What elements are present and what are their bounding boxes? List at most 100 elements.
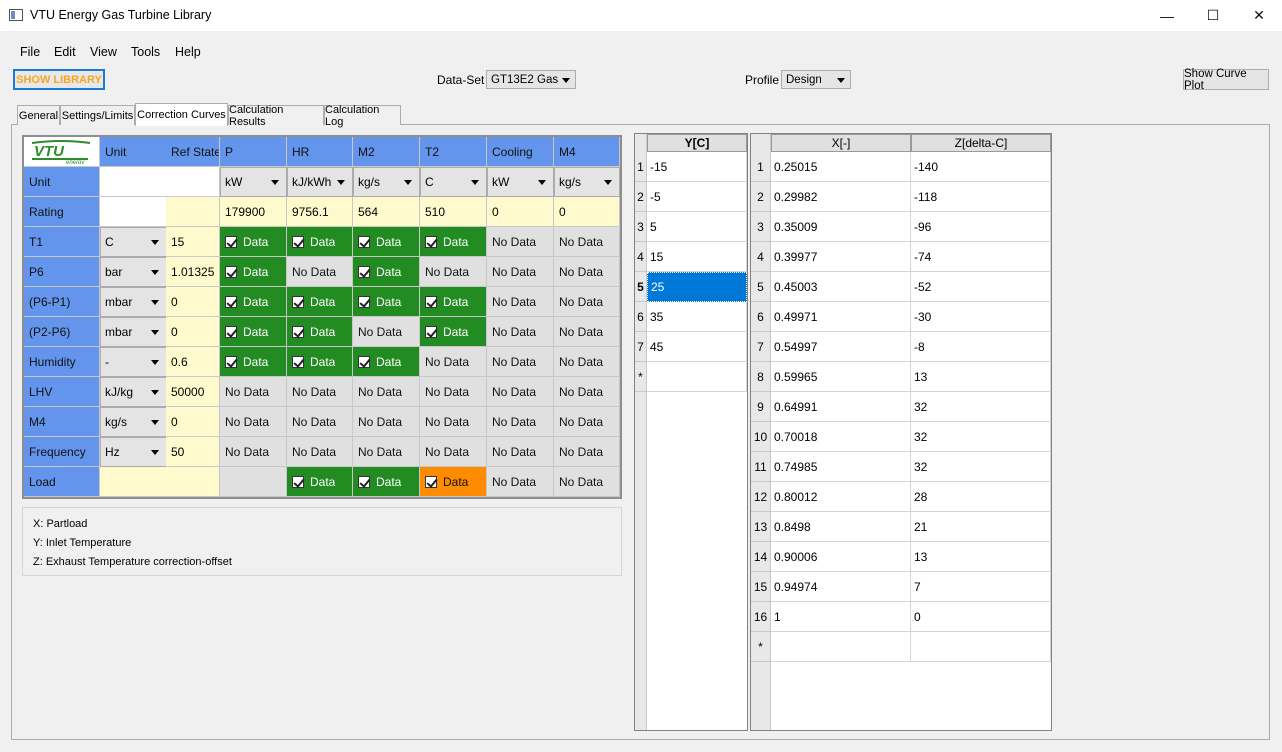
y-value-cell[interactable]: 15 [647,242,747,272]
data-cell[interactable]: No Data [487,437,554,467]
unit-select[interactable]: kJ/kWh [287,167,353,197]
menu-tools[interactable]: Tools [131,45,160,59]
unit-select[interactable]: bar [100,257,167,287]
y-table-header[interactable]: Y[C] [647,134,747,152]
data-cell[interactable]: Data [420,287,487,317]
x-value-cell[interactable]: 0.74985 [771,452,911,482]
checkbox-icon[interactable] [425,475,437,488]
y-value-cell[interactable]: 25 [647,272,747,302]
x-value-cell[interactable]: 0.80012 [771,482,911,512]
show-curve-plot-button[interactable]: Show Curve Plot [1183,68,1269,92]
row-number[interactable]: 2 [635,182,647,212]
column-header[interactable]: M4 [554,137,620,167]
row-number[interactable]: 4 [751,242,771,272]
data-cell[interactable]: Data [420,467,487,497]
unit-select[interactable]: kg/s [100,407,167,437]
row-number[interactable]: 2 [751,182,771,212]
ref-state-value[interactable]: 15 [166,227,220,257]
z-value-cell[interactable]: 0 [911,602,1051,632]
x-value-cell[interactable]: 0.49971 [771,302,911,332]
z-value-cell[interactable]: -96 [911,212,1051,242]
unit-select[interactable]: kJ/kg [100,377,167,407]
column-header[interactable]: Cooling [487,137,554,167]
unit-select[interactable]: kW [220,167,287,197]
data-cell[interactable]: No Data [554,257,620,287]
data-cell[interactable]: No Data [287,377,353,407]
checkbox-icon[interactable] [292,235,304,248]
unit-select[interactable]: C [420,167,487,197]
z-value-cell[interactable]: 32 [911,422,1051,452]
y-value-cell[interactable] [647,362,747,392]
rating-value[interactable]: 0 [487,197,554,227]
data-cell[interactable]: No Data [554,377,620,407]
row-number[interactable]: 3 [635,212,647,242]
z-value-cell[interactable]: -118 [911,182,1051,212]
column-header[interactable]: T2 [420,137,487,167]
checkbox-icon[interactable] [225,235,237,248]
checkbox-icon[interactable] [292,295,304,308]
unit-select[interactable]: mbar [100,317,167,347]
ref-state-value[interactable]: 0 [166,317,220,347]
unit-select[interactable]: kW [487,167,554,197]
data-cell[interactable]: No Data [554,317,620,347]
menu-edit[interactable]: Edit [54,45,76,59]
data-cell[interactable]: No Data [487,347,554,377]
data-cell[interactable]: No Data [220,377,287,407]
z-value-cell[interactable]: 32 [911,452,1051,482]
rating-value[interactable]: 564 [353,197,420,227]
data-cell[interactable]: Data [353,347,420,377]
menu-view[interactable]: View [90,45,117,59]
data-cell[interactable]: Data [220,287,287,317]
data-cell[interactable]: No Data [487,287,554,317]
close-button[interactable]: ✕ [1236,0,1282,31]
minimize-button[interactable]: — [1144,0,1190,31]
data-cell[interactable]: Data [220,227,287,257]
z-value-cell[interactable]: -30 [911,302,1051,332]
row-number[interactable]: 9 [751,392,771,422]
column-header[interactable]: Ref State [166,137,220,167]
rating-value[interactable]: 510 [420,197,487,227]
rating-value[interactable]: 9756.1 [287,197,353,227]
x-value-cell[interactable] [771,632,911,662]
data-cell[interactable]: Data [420,317,487,347]
ref-state-value[interactable]: 0.6 [166,347,220,377]
checkbox-icon[interactable] [225,295,237,308]
data-cell[interactable]: Data [353,257,420,287]
data-cell[interactable]: No Data [420,377,487,407]
data-cell[interactable]: No Data [353,437,420,467]
row-number[interactable]: 10 [751,422,771,452]
data-cell[interactable]: No Data [353,377,420,407]
row-number[interactable]: 7 [751,332,771,362]
x-value-cell[interactable]: 0.90006 [771,542,911,572]
row-number[interactable]: 1 [751,152,771,182]
row-number[interactable]: 1 [635,152,647,182]
tab-calculation-results[interactable]: Calculation Results [228,104,324,128]
data-cell[interactable]: Data [420,227,487,257]
z-value-cell[interactable]: 21 [911,512,1051,542]
x-value-cell[interactable]: 0.70018 [771,422,911,452]
row-number[interactable]: 12 [751,482,771,512]
ref-state-value[interactable]: 50 [166,437,220,467]
checkbox-icon[interactable] [425,235,437,248]
data-cell[interactable]: No Data [287,407,353,437]
data-cell[interactable]: No Data [420,257,487,287]
y-value-cell[interactable]: -15 [647,152,747,182]
data-cell[interactable] [220,467,287,497]
y-value-cell[interactable]: -5 [647,182,747,212]
x-value-cell[interactable]: 0.45003 [771,272,911,302]
data-cell[interactable]: No Data [287,257,353,287]
checkbox-icon[interactable] [292,325,304,338]
data-cell[interactable]: No Data [487,257,554,287]
unit-select[interactable]: C [100,227,167,257]
checkbox-icon[interactable] [358,235,370,248]
row-number[interactable]: 4 [635,242,647,272]
row-number[interactable]: 15 [751,572,771,602]
xz-table-header-x[interactable]: X[-] [771,134,911,152]
x-value-cell[interactable]: 0.39977 [771,242,911,272]
y-value-cell[interactable]: 35 [647,302,747,332]
data-cell[interactable]: No Data [487,227,554,257]
x-value-cell[interactable]: 0.25015 [771,152,911,182]
tab-calculation-log[interactable]: Calculation Log [324,104,401,128]
column-header[interactable]: M2 [353,137,420,167]
unit-select[interactable]: Hz [100,437,167,467]
